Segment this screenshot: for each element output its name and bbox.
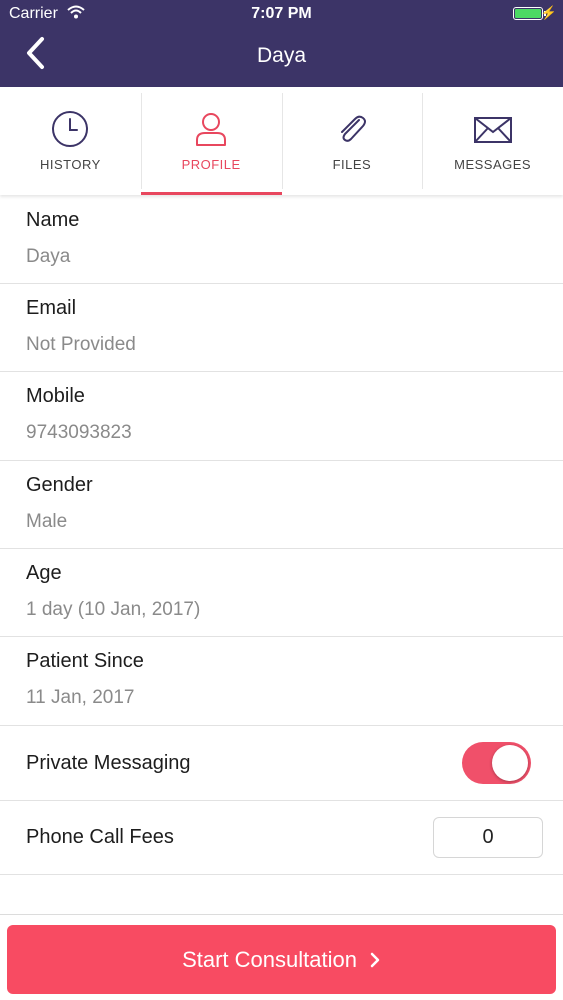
tab-profile-label: PROFILE <box>181 157 241 172</box>
nav-header: Carrier 7:07 PM ⚡ Daya <box>0 0 563 87</box>
tab-history[interactable]: HISTORY <box>0 87 141 195</box>
paperclip-icon <box>340 115 366 142</box>
field-patient-since: Patient Since 11 Jan, 2017 <box>0 637 563 726</box>
status-time: 7:07 PM <box>251 5 312 22</box>
tab-profile[interactable]: PROFILE <box>140 87 282 195</box>
field-name-value: Daya <box>26 246 71 267</box>
phone-call-fees-row: Phone Call Fees <box>0 801 563 875</box>
field-mobile-value: 9743093823 <box>26 422 132 443</box>
status-bar: Carrier 7:07 PM ⚡ <box>0 0 563 30</box>
start-consultation-button[interactable]: Start Consultation <box>7 925 556 994</box>
field-email-value: Not Provided <box>26 334 136 355</box>
battery-icon <box>513 7 543 20</box>
field-gender: Gender Male <box>0 461 563 549</box>
active-tab-indicator <box>140 192 282 195</box>
field-mobile: Mobile 9743093823 <box>0 372 563 461</box>
charging-icon: ⚡ <box>540 5 557 20</box>
tab-messages[interactable]: MESSAGES <box>422 87 563 195</box>
field-name-label: Name <box>26 209 80 231</box>
field-name: Name Daya <box>0 196 563 284</box>
tab-files[interactable]: FILES <box>281 87 423 195</box>
field-patient-since-value: 11 Jan, 2017 <box>26 687 135 708</box>
phone-call-fees-input[interactable] <box>433 817 543 858</box>
page-title: Daya <box>256 44 307 67</box>
envelope-icon <box>473 117 512 143</box>
phone-call-fees-label: Phone Call Fees <box>26 826 174 848</box>
field-gender-label: Gender <box>26 474 93 496</box>
toggle-knob <box>492 745 528 781</box>
start-consultation-label: Start Consultation <box>182 946 357 972</box>
field-email: Email Not Provided <box>0 284 563 372</box>
clock-icon <box>52 111 89 147</box>
tab-bar: HISTORY PROFILE FILES MESSAGES <box>0 87 563 195</box>
person-icon <box>196 113 227 146</box>
chevron-right-icon <box>370 952 380 967</box>
private-messaging-toggle[interactable] <box>462 742 531 784</box>
field-patient-since-label: Patient Since <box>26 650 144 672</box>
field-email-label: Email <box>26 297 77 319</box>
private-messaging-row: Private Messaging <box>0 726 563 801</box>
tab-history-label: HISTORY <box>39 157 101 172</box>
field-age-label: Age <box>26 562 62 584</box>
private-messaging-label: Private Messaging <box>26 752 191 774</box>
field-mobile-label: Mobile <box>26 385 85 407</box>
field-age: Age 1 day (10 Jan, 2017) <box>0 549 563 637</box>
field-gender-value: Male <box>26 511 68 532</box>
tab-messages-label: MESSAGES <box>454 157 532 172</box>
field-age-value: 1 day (10 Jan, 2017) <box>26 599 201 620</box>
tab-files-label: FILES <box>332 157 372 172</box>
